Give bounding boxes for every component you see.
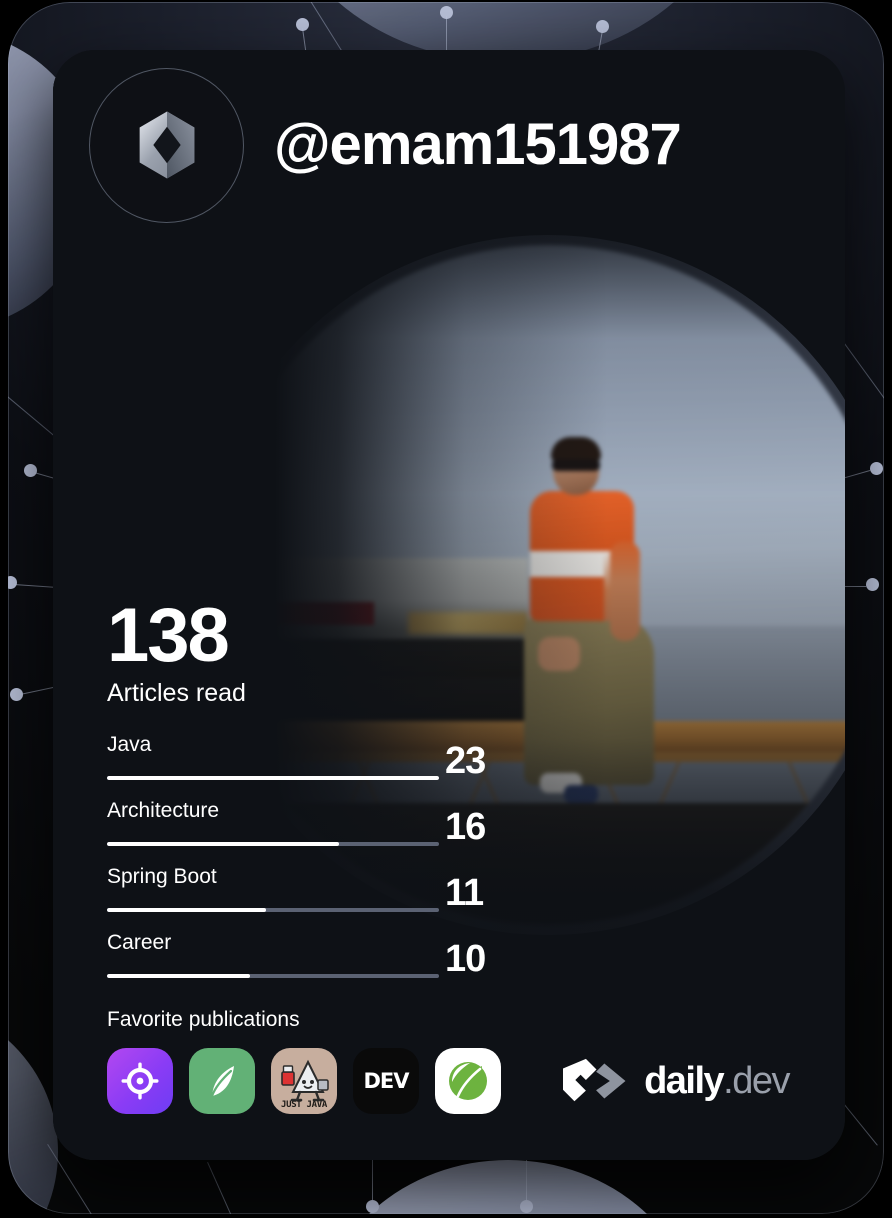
avatar	[89, 67, 244, 223]
tag-row: Career 10	[107, 930, 791, 996]
brand-suffix: .dev	[723, 1060, 790, 1102]
card-header: @emam151987	[53, 50, 845, 240]
tag-progress-fill	[107, 842, 340, 846]
articles-read-label: Articles read	[107, 679, 246, 707]
card-footer: JUST JAVA DEV daily.dev	[107, 1048, 791, 1114]
username: @emam151987	[274, 112, 682, 177]
tag-progress-bar	[107, 974, 439, 978]
tag-progress-fill	[107, 974, 250, 978]
dev-publication-icon: DEV	[353, 1048, 419, 1114]
tag-value: 11	[445, 872, 484, 914]
tag-progress-bar	[107, 776, 439, 780]
tag-value: 10	[445, 938, 486, 980]
tag-progress-bar	[107, 908, 439, 912]
decor-line	[843, 342, 884, 440]
spring-leaf-publication-icon	[189, 1048, 255, 1114]
favorite-publications-list: JUST JAVA DEV	[107, 1048, 501, 1114]
tag-value: 23	[445, 740, 486, 782]
decor-line	[207, 1162, 245, 1214]
tag-progress-bar	[107, 842, 439, 846]
tag-label: Career	[107, 931, 172, 954]
background-orb-lower-left	[8, 1002, 58, 1214]
profile-card: @emam151987 138 Articles read Java 23 Ar…	[53, 50, 845, 1160]
daily-dev-wordmark: daily.dev	[644, 1060, 790, 1102]
dev-label: DEV	[363, 1069, 409, 1093]
daily-dev-diamond-icon	[563, 1058, 626, 1102]
daily-dev-brand: daily.dev	[563, 1058, 791, 1104]
tag-label: Java	[107, 733, 152, 756]
tag-value: 16	[445, 806, 486, 848]
tag-progress-fill	[107, 776, 439, 780]
card-content: 138 Articles read Java 23 Architecture 1…	[107, 593, 791, 1114]
favorite-publications-label: Favorite publications	[107, 1008, 300, 1031]
profile-card-screenshot: @emam151987 138 Articles read Java 23 Ar…	[0, 0, 892, 1218]
just-java-label: JUST JAVA	[280, 1100, 328, 1110]
spring-blog-publication-icon	[435, 1048, 501, 1114]
articles-read-count: 138	[107, 593, 230, 679]
tag-progress-fill	[107, 908, 267, 912]
tag-row: Spring Boot 11	[107, 864, 791, 930]
top-tags-list: Java 23 Architecture 16 Spring Boot 11 C…	[107, 732, 791, 996]
tag-label: Spring Boot	[107, 865, 217, 888]
tag-row: Architecture 16	[107, 798, 791, 864]
brand-name: daily	[644, 1060, 725, 1102]
tag-label: Architecture	[107, 799, 220, 822]
target-publication-icon	[107, 1048, 173, 1114]
just-java-publication-icon: JUST JAVA	[271, 1048, 337, 1114]
hexagon-logo-icon	[139, 111, 194, 179]
tag-row: Java 23	[107, 732, 791, 798]
